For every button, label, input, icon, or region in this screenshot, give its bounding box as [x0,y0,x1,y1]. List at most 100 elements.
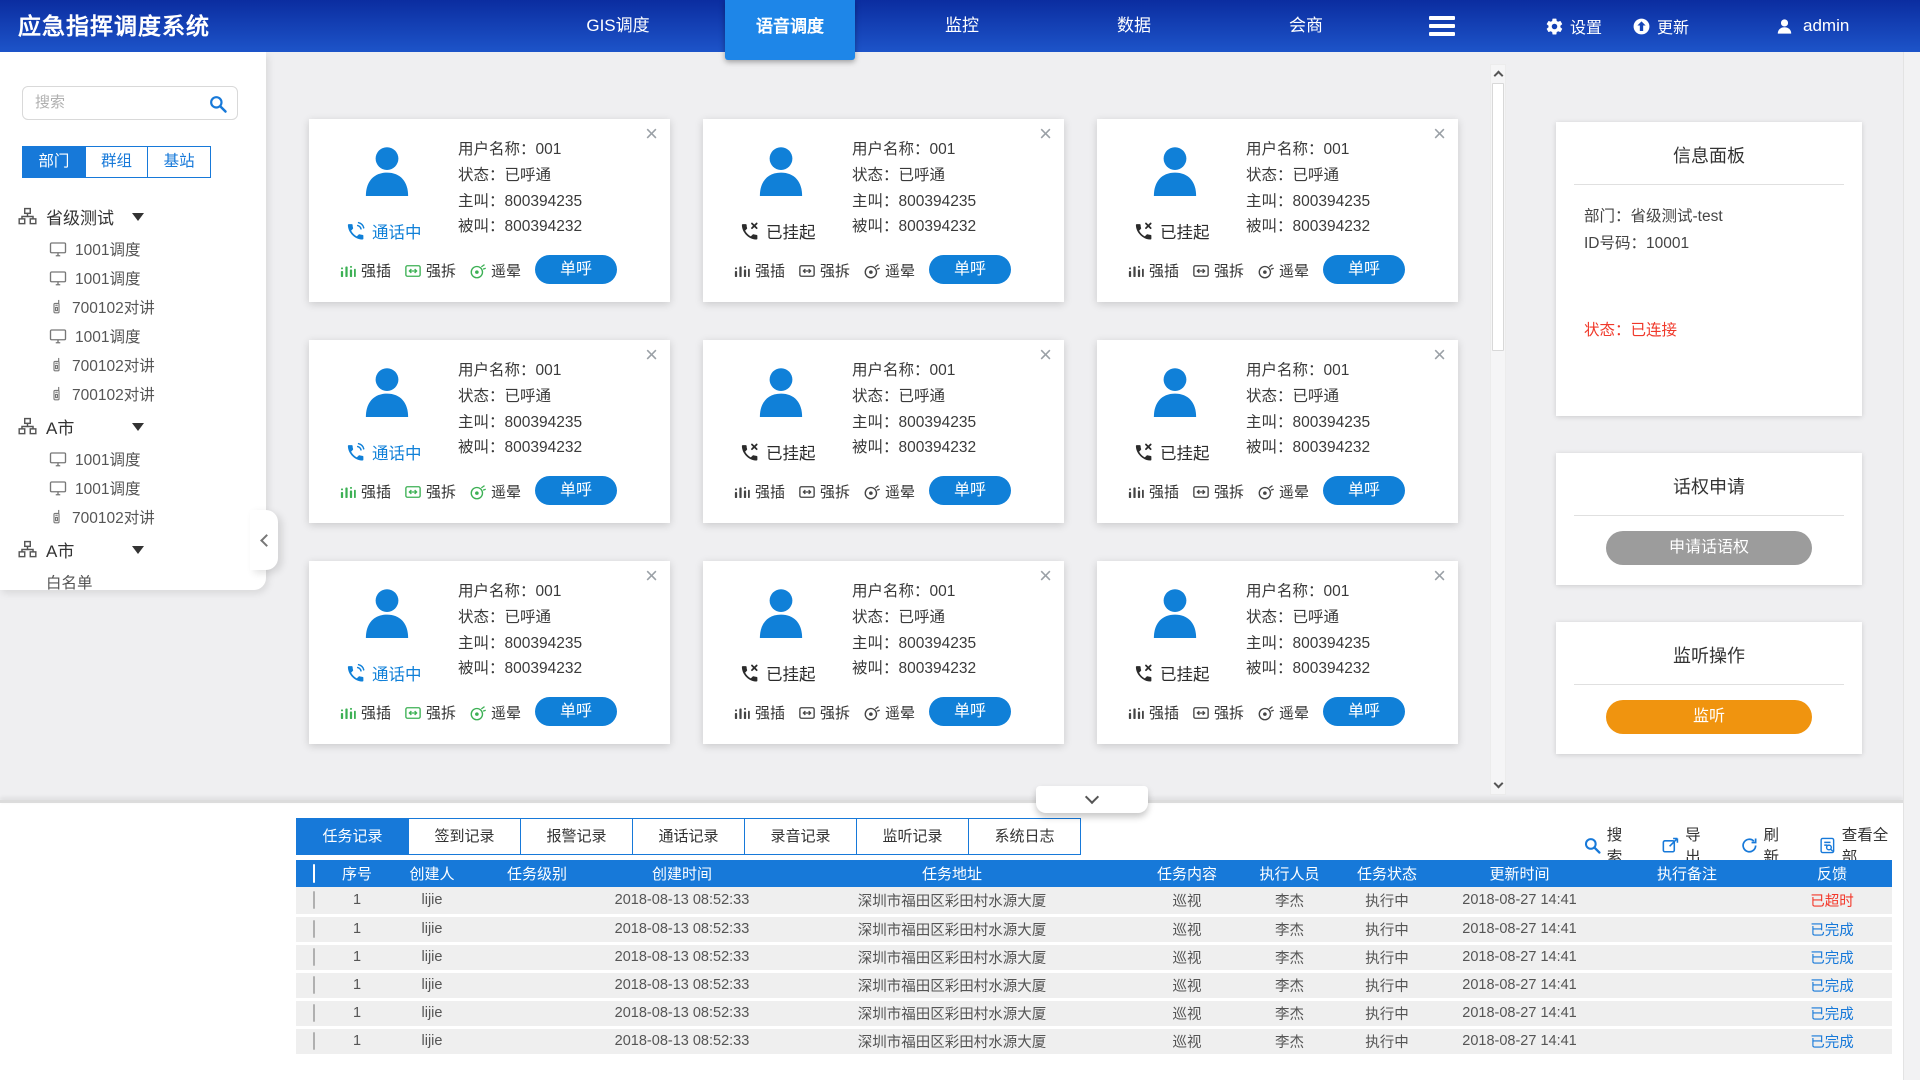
close-icon[interactable]: × [1433,342,1446,368]
tree-item[interactable]: A市 [18,531,198,567]
tree-item[interactable]: 700102对讲 [18,379,266,408]
caret-down-icon[interactable] [132,213,144,227]
single-call-button[interactable]: 单呼 [535,697,617,726]
force-insert-button[interactable]: 强插 [339,702,391,723]
row-checkbox[interactable] [313,1004,315,1022]
force-insert-button[interactable]: 强插 [733,481,785,502]
force-release-button[interactable]: 强拆 [1192,481,1244,502]
force-insert-button[interactable]: 强插 [339,481,391,502]
tree-item[interactable]: 1001调度 [18,263,266,292]
update-button[interactable]: 更新 [1632,14,1689,38]
close-icon[interactable]: × [1039,121,1052,147]
force-release-button[interactable]: 强拆 [798,702,850,723]
scrollbar-thumb[interactable] [1492,83,1504,351]
close-icon[interactable]: × [1039,563,1052,589]
record-tab[interactable]: 报警记录 [520,818,633,855]
menu-icon[interactable] [1392,0,1492,52]
single-call-button[interactable]: 单呼 [1323,476,1405,505]
bottom-panel-toggle[interactable] [1036,786,1148,813]
single-call-button[interactable]: 单呼 [535,255,617,284]
search-icon[interactable] [208,94,228,114]
tree-item[interactable]: 1001调度 [18,321,266,350]
single-call-button[interactable]: 单呼 [929,476,1011,505]
remote-stun-button[interactable]: 遥晕 [469,260,521,281]
record-tab[interactable]: 通话记录 [632,818,745,855]
force-release-button[interactable]: 强拆 [798,260,850,281]
single-call-button[interactable]: 单呼 [535,476,617,505]
select-all-checkbox[interactable] [313,864,315,883]
user-name-line: 用户名称：001 [458,358,582,384]
tree-item[interactable]: A市 [18,408,198,444]
tree-item[interactable]: 700102对讲 [18,350,266,379]
remote-stun-button[interactable]: 遥晕 [863,260,915,281]
row-checkbox[interactable] [313,891,315,909]
nav-tab[interactable]: GIS调度 [532,0,704,52]
force-insert-button[interactable]: 强插 [733,702,785,723]
scroll-up-icon[interactable] [1491,67,1505,81]
caret-down-icon[interactable] [132,423,144,437]
caret-down-icon[interactable] [132,546,144,560]
force-release-button[interactable]: 强拆 [404,481,456,502]
single-call-button[interactable]: 单呼 [929,255,1011,284]
force-release-button[interactable]: 强拆 [1192,260,1244,281]
force-insert-button[interactable]: 强插 [339,260,391,281]
search-input[interactable] [35,94,203,111]
close-icon[interactable]: × [1433,563,1446,589]
sidebar-tab[interactable]: 基站 [147,146,211,178]
remote-stun-button[interactable]: 遥晕 [469,702,521,723]
sidebar-collapse-handle[interactable] [250,510,278,570]
close-icon[interactable]: × [645,563,658,589]
sidebar-tab[interactable]: 群组 [85,146,149,178]
tree-item[interactable]: 省级测试 [18,198,198,234]
remote-stun-button[interactable]: 遥晕 [1257,702,1309,723]
single-call-button[interactable]: 单呼 [1323,697,1405,726]
row-checkbox[interactable] [313,920,315,938]
close-icon[interactable]: × [1039,342,1052,368]
single-call-button[interactable]: 单呼 [1323,255,1405,284]
record-tab[interactable]: 任务记录 [296,818,409,855]
monitor-button[interactable]: 监听 [1606,700,1812,734]
row-checkbox[interactable] [313,1032,315,1050]
remote-stun-button[interactable]: 遥晕 [1257,260,1309,281]
nav-tab[interactable]: 会商 [1220,0,1392,52]
tree-item[interactable]: 1001调度 [18,473,266,502]
force-release-button[interactable]: 强拆 [798,481,850,502]
close-icon[interactable]: × [645,342,658,368]
force-insert-button[interactable]: 强插 [733,260,785,281]
force-insert-button[interactable]: 强插 [1127,260,1179,281]
force-insert-button[interactable]: 强插 [1127,481,1179,502]
tree-item[interactable]: 1001调度 [18,234,266,263]
nav-tab[interactable]: 监控 [876,0,1048,52]
record-tab[interactable]: 录音记录 [744,818,857,855]
page-scrollbar[interactable] [1903,52,1920,1080]
scroll-down-icon[interactable] [1491,778,1505,792]
tree-item[interactable]: 700102对讲 [18,502,266,531]
close-icon[interactable]: × [1433,121,1446,147]
tree-item[interactable]: 700102对讲 [18,292,266,321]
row-checkbox[interactable] [313,976,315,994]
settings-button[interactable]: 设置 [1545,14,1602,38]
record-tab[interactable]: 签到记录 [408,818,521,855]
remote-stun-button[interactable]: 遥晕 [1257,481,1309,502]
close-icon[interactable]: × [645,121,658,147]
row-checkbox[interactable] [313,948,315,966]
remote-stun-button[interactable]: 遥晕 [863,481,915,502]
sidebar-tab[interactable]: 部门 [22,146,86,178]
tree-item[interactable]: 白名单 [18,567,266,596]
call-status: 已挂起 [739,440,859,464]
force-release-button[interactable]: 强拆 [1192,702,1244,723]
nav-tab[interactable]: 数据 [1048,0,1220,52]
tree-item[interactable]: 1001调度 [18,444,266,473]
force-release-button[interactable]: 强拆 [404,702,456,723]
nav-tab[interactable]: 语音调度 [725,0,855,60]
cards-scrollbar[interactable] [1490,64,1506,795]
record-tab[interactable]: 系统日志 [968,818,1081,855]
remote-stun-button[interactable]: 遥晕 [469,481,521,502]
user-menu[interactable]: admin [1775,0,1849,52]
force-insert-button[interactable]: 强插 [1127,702,1179,723]
remote-stun-button[interactable]: 遥晕 [863,702,915,723]
apply-talk-right-button[interactable]: 申请话语权 [1606,531,1812,565]
single-call-button[interactable]: 单呼 [929,697,1011,726]
force-release-button[interactable]: 强拆 [404,260,456,281]
record-tab[interactable]: 监听记录 [856,818,969,855]
